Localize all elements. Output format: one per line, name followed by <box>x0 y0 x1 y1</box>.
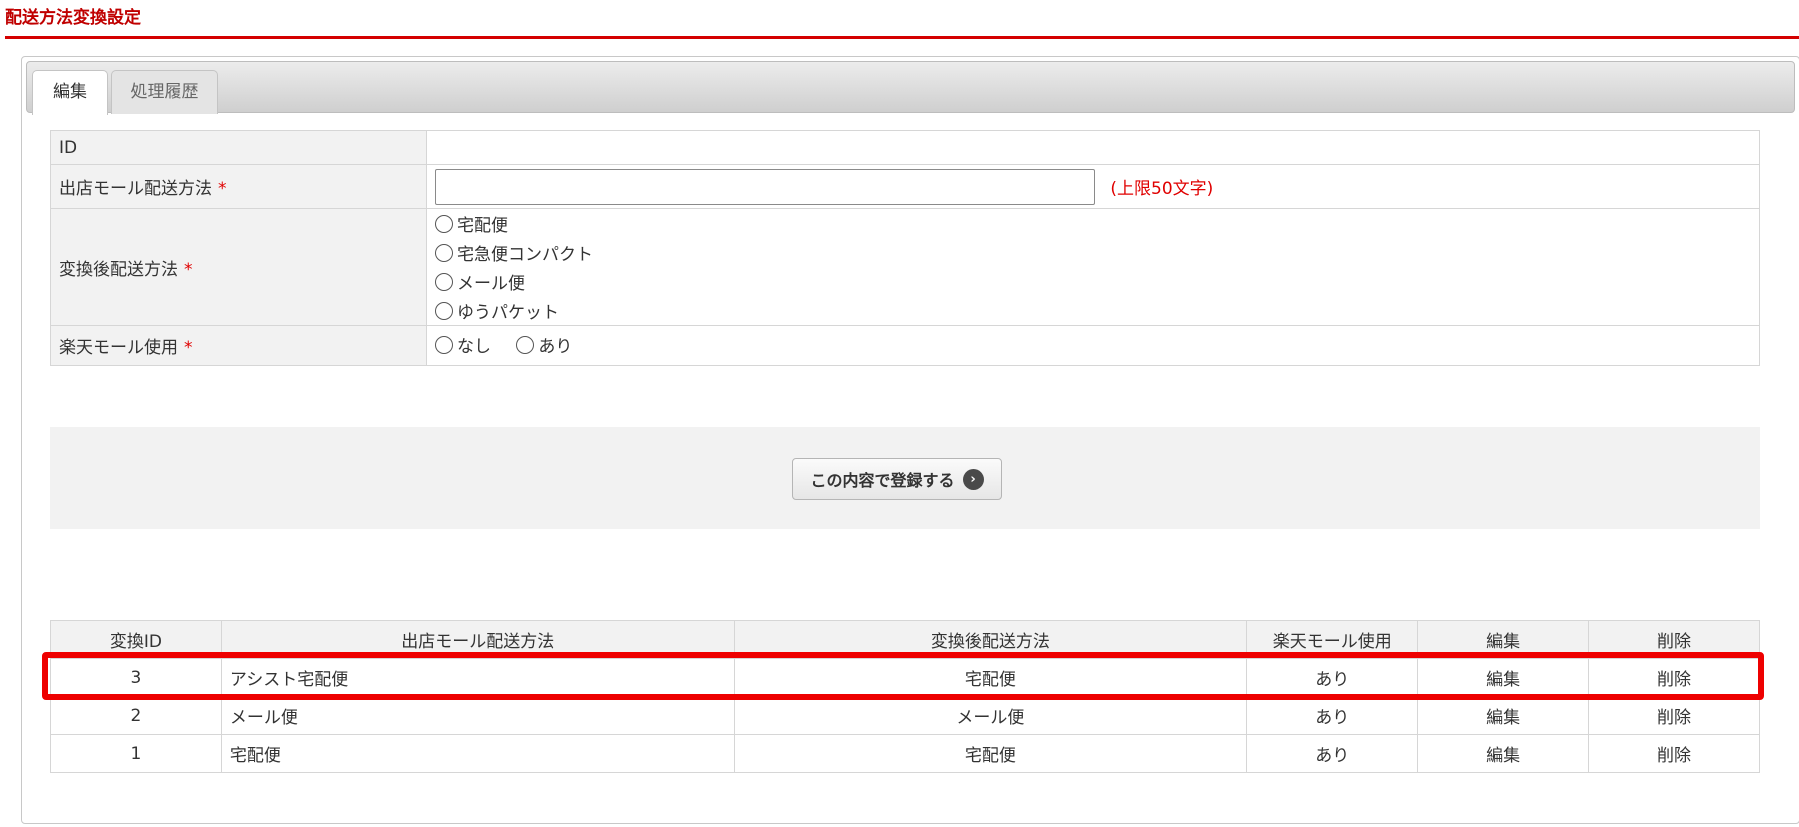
arrow-right-circle-icon: › <box>962 468 984 490</box>
radio-option-none[interactable]: なし <box>435 332 491 357</box>
radio-button[interactable] <box>435 272 453 291</box>
col-header-converted-method: 変換後配送方法 <box>733 620 1248 659</box>
id-label: ID <box>50 130 427 165</box>
delete-link[interactable]: 削除 <box>1588 696 1760 735</box>
required-mark: * <box>184 338 193 358</box>
shop-method-label-text: 出店モール配送方法 <box>59 179 212 199</box>
cell-shop-method: メール便 <box>220 696 735 735</box>
rakuten-label: 楽天モール使用 * <box>50 325 427 366</box>
radio-label: 宅配便 <box>457 216 508 236</box>
radio-option-yes[interactable]: あり <box>516 332 572 357</box>
col-header-delete: 削除 <box>1588 620 1760 659</box>
rakuten-cell: なし あり <box>426 325 1760 366</box>
tab-edit[interactable]: 編集 <box>32 70 108 115</box>
radio-button[interactable] <box>435 243 453 262</box>
cell-converted-method: 宅配便 <box>733 658 1248 697</box>
radio-label: メール便 <box>457 274 525 294</box>
radio-button[interactable] <box>516 335 535 354</box>
id-label-text: ID <box>59 137 78 158</box>
radio-option-compact[interactable]: 宅急便コンパクト <box>435 238 1751 267</box>
register-button-label: この内容で登録する <box>810 471 955 490</box>
table-row: 2 メール便 メール便 あり 編集 削除 <box>50 696 1760 735</box>
table-row: 3 アシスト宅配便 宅配便 あり 編集 削除 <box>50 658 1760 697</box>
shop-method-cell: (上限50文字) <box>426 164 1760 209</box>
radio-option-mail[interactable]: メール便 <box>435 267 1751 296</box>
cell-converted-method: メール便 <box>733 696 1248 735</box>
table-header-row: 変換ID 出店モール配送方法 変換後配送方法 楽天モール使用 編集 削除 <box>50 620 1760 659</box>
radio-label: ゆうパケット <box>457 303 559 323</box>
table-row: 1 宅配便 宅配便 あり 編集 削除 <box>50 734 1760 773</box>
radio-button[interactable] <box>435 301 453 320</box>
radio-button[interactable] <box>435 335 453 354</box>
radio-option-takuhaibin[interactable]: 宅配便 <box>435 209 1751 238</box>
col-header-rakuten: 楽天モール使用 <box>1246 620 1419 659</box>
tab-history[interactable]: 処理履歴 <box>111 70 218 114</box>
cell-id: 1 <box>50 734 222 773</box>
converted-method-label-text: 変換後配送方法 <box>59 259 178 280</box>
required-mark: * <box>184 259 193 280</box>
radio-option-yupacket[interactable]: ゆうパケット <box>435 296 1751 325</box>
radio-label: なし <box>457 337 491 358</box>
required-mark: * <box>218 179 227 199</box>
cell-rakuten: あり <box>1246 658 1419 697</box>
shop-method-label: 出店モール配送方法 * <box>50 164 427 209</box>
submit-area: この内容で登録する › <box>50 427 1760 529</box>
radio-button[interactable] <box>435 214 453 233</box>
cell-shop-method: 宅配便 <box>220 734 735 773</box>
cell-id: 3 <box>50 658 222 697</box>
converted-method-label: 変換後配送方法 * <box>50 208 427 326</box>
register-button[interactable]: この内容で登録する › <box>792 458 1002 500</box>
cell-id: 2 <box>50 696 222 735</box>
id-value <box>426 130 1760 165</box>
radio-label: あり <box>538 337 573 358</box>
edit-link[interactable]: 編集 <box>1417 734 1590 773</box>
page-title: 配送方法変換設定 <box>5 8 141 28</box>
rakuten-label-text: 楽天モール使用 <box>59 338 178 358</box>
char-limit-note: (上限50文字) <box>1110 179 1214 199</box>
shop-method-input[interactable] <box>435 168 1095 205</box>
edit-form: ID 出店モール配送方法 * (上限50文字) 変換後配送方法 * 宅配便 宅急… <box>50 130 1760 366</box>
cell-converted-method: 宅配便 <box>733 734 1248 773</box>
cell-rakuten: あり <box>1246 734 1419 773</box>
tab-bar: 編集 処理履歴 <box>26 61 1795 115</box>
cell-shop-method: アシスト宅配便 <box>220 658 735 697</box>
content-panel: 編集 処理履歴 ID 出店モール配送方法 * (上限50文字) 変換後配送方法 * <box>21 56 1799 824</box>
cell-rakuten: あり <box>1246 696 1419 735</box>
edit-link[interactable]: 編集 <box>1417 658 1590 697</box>
delete-link[interactable]: 削除 <box>1588 658 1760 697</box>
col-header-edit: 編集 <box>1417 620 1590 659</box>
edit-link[interactable]: 編集 <box>1417 696 1590 735</box>
col-header-id: 変換ID <box>50 620 222 659</box>
converted-method-cell: 宅配便 宅急便コンパクト メール便 ゆうパケット <box>426 208 1760 326</box>
delete-link[interactable]: 削除 <box>1588 734 1760 773</box>
radio-label: 宅急便コンパクト <box>457 245 593 265</box>
title-rule <box>5 36 1799 39</box>
conversion-table: 変換ID 出店モール配送方法 変換後配送方法 楽天モール使用 編集 削除 3 ア… <box>50 620 1760 773</box>
col-header-shop-method: 出店モール配送方法 <box>220 620 735 659</box>
